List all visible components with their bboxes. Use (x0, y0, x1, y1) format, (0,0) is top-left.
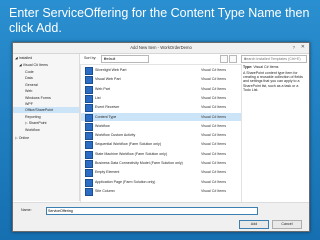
template-name: Silverlight Web Part (95, 68, 127, 72)
template-details: Type: Visual C# Items A SharePoint conte… (241, 64, 305, 104)
tree-installed[interactable]: ◢ Installed (15, 55, 32, 61)
template-name: Content Type (95, 114, 117, 119)
tree-item[interactable]: General (13, 82, 79, 88)
search-templates-input[interactable]: Search Installed Templates (Ctrl+E) ⌕ (241, 55, 307, 63)
dialog-title: Add New Item - WorkOrderDemo (130, 45, 192, 50)
tree-item[interactable]: Windows Forms (13, 95, 79, 101)
dialog-footer: Name: Add Cancel (13, 202, 309, 231)
name-label: Name: (21, 208, 32, 212)
template-icon (85, 76, 93, 85)
template-icon (85, 141, 93, 150)
template-icon (85, 187, 93, 196)
template-name: Visual Web Part (95, 77, 121, 82)
sort-label: Sort by: (84, 56, 97, 60)
cancel-button[interactable]: Cancel (272, 220, 302, 229)
template-name: Sequential Workflow (Farm Solution only) (95, 142, 162, 147)
template-name: Empty Element (95, 170, 120, 175)
sort-dropdown[interactable]: Default ▾ (101, 55, 149, 63)
tree-visual-csharp-items[interactable]: ◢ Visual C# Items (19, 62, 48, 68)
template-category-tree: ◢ Installed ◢ Visual C# Items Code Data Ge… (13, 54, 80, 201)
tree-item[interactable]: Code (13, 69, 79, 75)
tree-online[interactable]: ▷ Online (15, 135, 29, 141)
template-icon (85, 132, 93, 141)
template-icon (85, 85, 93, 94)
template-row[interactable]: Sequential Workflow (Farm Solution only)… (81, 140, 241, 150)
template-language: Visual C# Items (201, 133, 227, 138)
template-row[interactable]: Web Part Visual C# Items (81, 85, 241, 94)
template-icon (85, 122, 93, 131)
tree-item[interactable]: Reporting (13, 114, 79, 120)
template-row[interactable]: Content Type Visual C# Items (81, 112, 241, 122)
grid-view-icon[interactable] (229, 55, 237, 63)
search-icon: ⌕ (244, 56, 247, 61)
name-field-box (46, 207, 258, 215)
template-icon (85, 113, 93, 122)
template-list: Silverlight Web Part Visual C# Items Visua… (80, 64, 242, 203)
template-name: Workflow Custom Activity (95, 133, 136, 138)
template-language: Visual C# Items (201, 179, 227, 184)
close-button[interactable]: ✕ (301, 44, 305, 50)
details-description: A SharePoint content type item for creat… (243, 71, 303, 92)
template-row[interactable]: Empty Element Visual C# Items (81, 168, 241, 178)
template-language: Visual C# Items (201, 114, 227, 119)
tree-item[interactable]: Data (13, 75, 79, 81)
template-icon (85, 178, 93, 187)
template-row[interactable]: Application Page (Farm Solution only) Vis… (81, 178, 241, 187)
template-name: Workflow (95, 123, 110, 128)
tree-item[interactable]: Office/SharePoint (13, 107, 79, 114)
template-row[interactable]: Event Receiver Visual C# Items (81, 103, 241, 113)
list-toolbar: Sort by: Default ▾ (80, 54, 240, 63)
template-language: Visual C# Items (201, 95, 227, 100)
tree-item[interactable]: Workflow (13, 127, 79, 133)
slide-title: Enter ServiceOffering for the Content Ty… (9, 6, 310, 35)
template-icon (85, 150, 93, 159)
template-language: Visual C# Items (201, 161, 227, 165)
name-field[interactable] (47, 208, 257, 214)
tree-item[interactable]: ▷ SharePoint (13, 120, 79, 126)
template-name: Web Part (95, 86, 110, 91)
template-icon (85, 94, 93, 103)
dialog-titlebar: Add New Item - WorkOrderDemo ? ✕ (13, 43, 309, 54)
template-name: Event Receiver (95, 105, 120, 110)
template-row[interactable]: Workflow Visual C# Items (81, 122, 241, 131)
template-name: State Machine Workflow (Farm Solution on… (95, 151, 168, 156)
template-language: Visual C# Items (201, 68, 227, 72)
template-icon (85, 169, 93, 178)
add-button[interactable]: Add (239, 220, 269, 229)
template-row[interactable]: List Visual C# Items (81, 94, 241, 103)
template-row[interactable]: Site Column Visual C# Items (81, 187, 241, 196)
list-view-icon[interactable] (220, 55, 228, 63)
template-language: Visual C# Items (201, 170, 227, 175)
template-row[interactable]: State Machine Workflow (Farm Solution on… (81, 150, 241, 159)
chevron-down-icon: ▾ (104, 56, 107, 61)
template-language: Visual C# Items (201, 105, 227, 110)
template-language: Visual C# Items (201, 86, 227, 91)
template-name: Site Column (95, 188, 115, 193)
template-language: Visual C# Items (201, 77, 227, 82)
template-icon (85, 104, 93, 113)
template-row[interactable]: Visual Web Part Visual C# Items (81, 75, 241, 85)
template-row[interactable]: Business Data Connectivity Model (Farm S… (81, 159, 241, 168)
template-icon (85, 67, 93, 75)
template-language: Visual C# Items (201, 188, 227, 193)
template-row[interactable]: Workflow Custom Activity Visual C# Items (81, 131, 241, 141)
template-name: List (95, 95, 101, 100)
template-row[interactable]: Silverlight Web Part Visual C# Items (81, 66, 241, 75)
template-language: Visual C# Items (201, 151, 227, 156)
template-language: Visual C# Items (201, 123, 227, 128)
template-language: Visual C# Items (201, 142, 227, 147)
tree-item[interactable]: Web (13, 88, 79, 94)
tree-item[interactable]: WPF (13, 101, 79, 107)
help-button[interactable]: ? (293, 45, 295, 50)
add-new-item-dialog: Add New Item - WorkOrderDemo ? ✕ ◢ Insta… (12, 42, 310, 232)
template-name: Application Page (Farm Solution only) (95, 179, 156, 184)
template-icon (85, 160, 93, 168)
template-name: Business Data Connectivity Model (Farm S… (95, 161, 183, 165)
details-type: Type: Visual C# Items (243, 65, 279, 69)
